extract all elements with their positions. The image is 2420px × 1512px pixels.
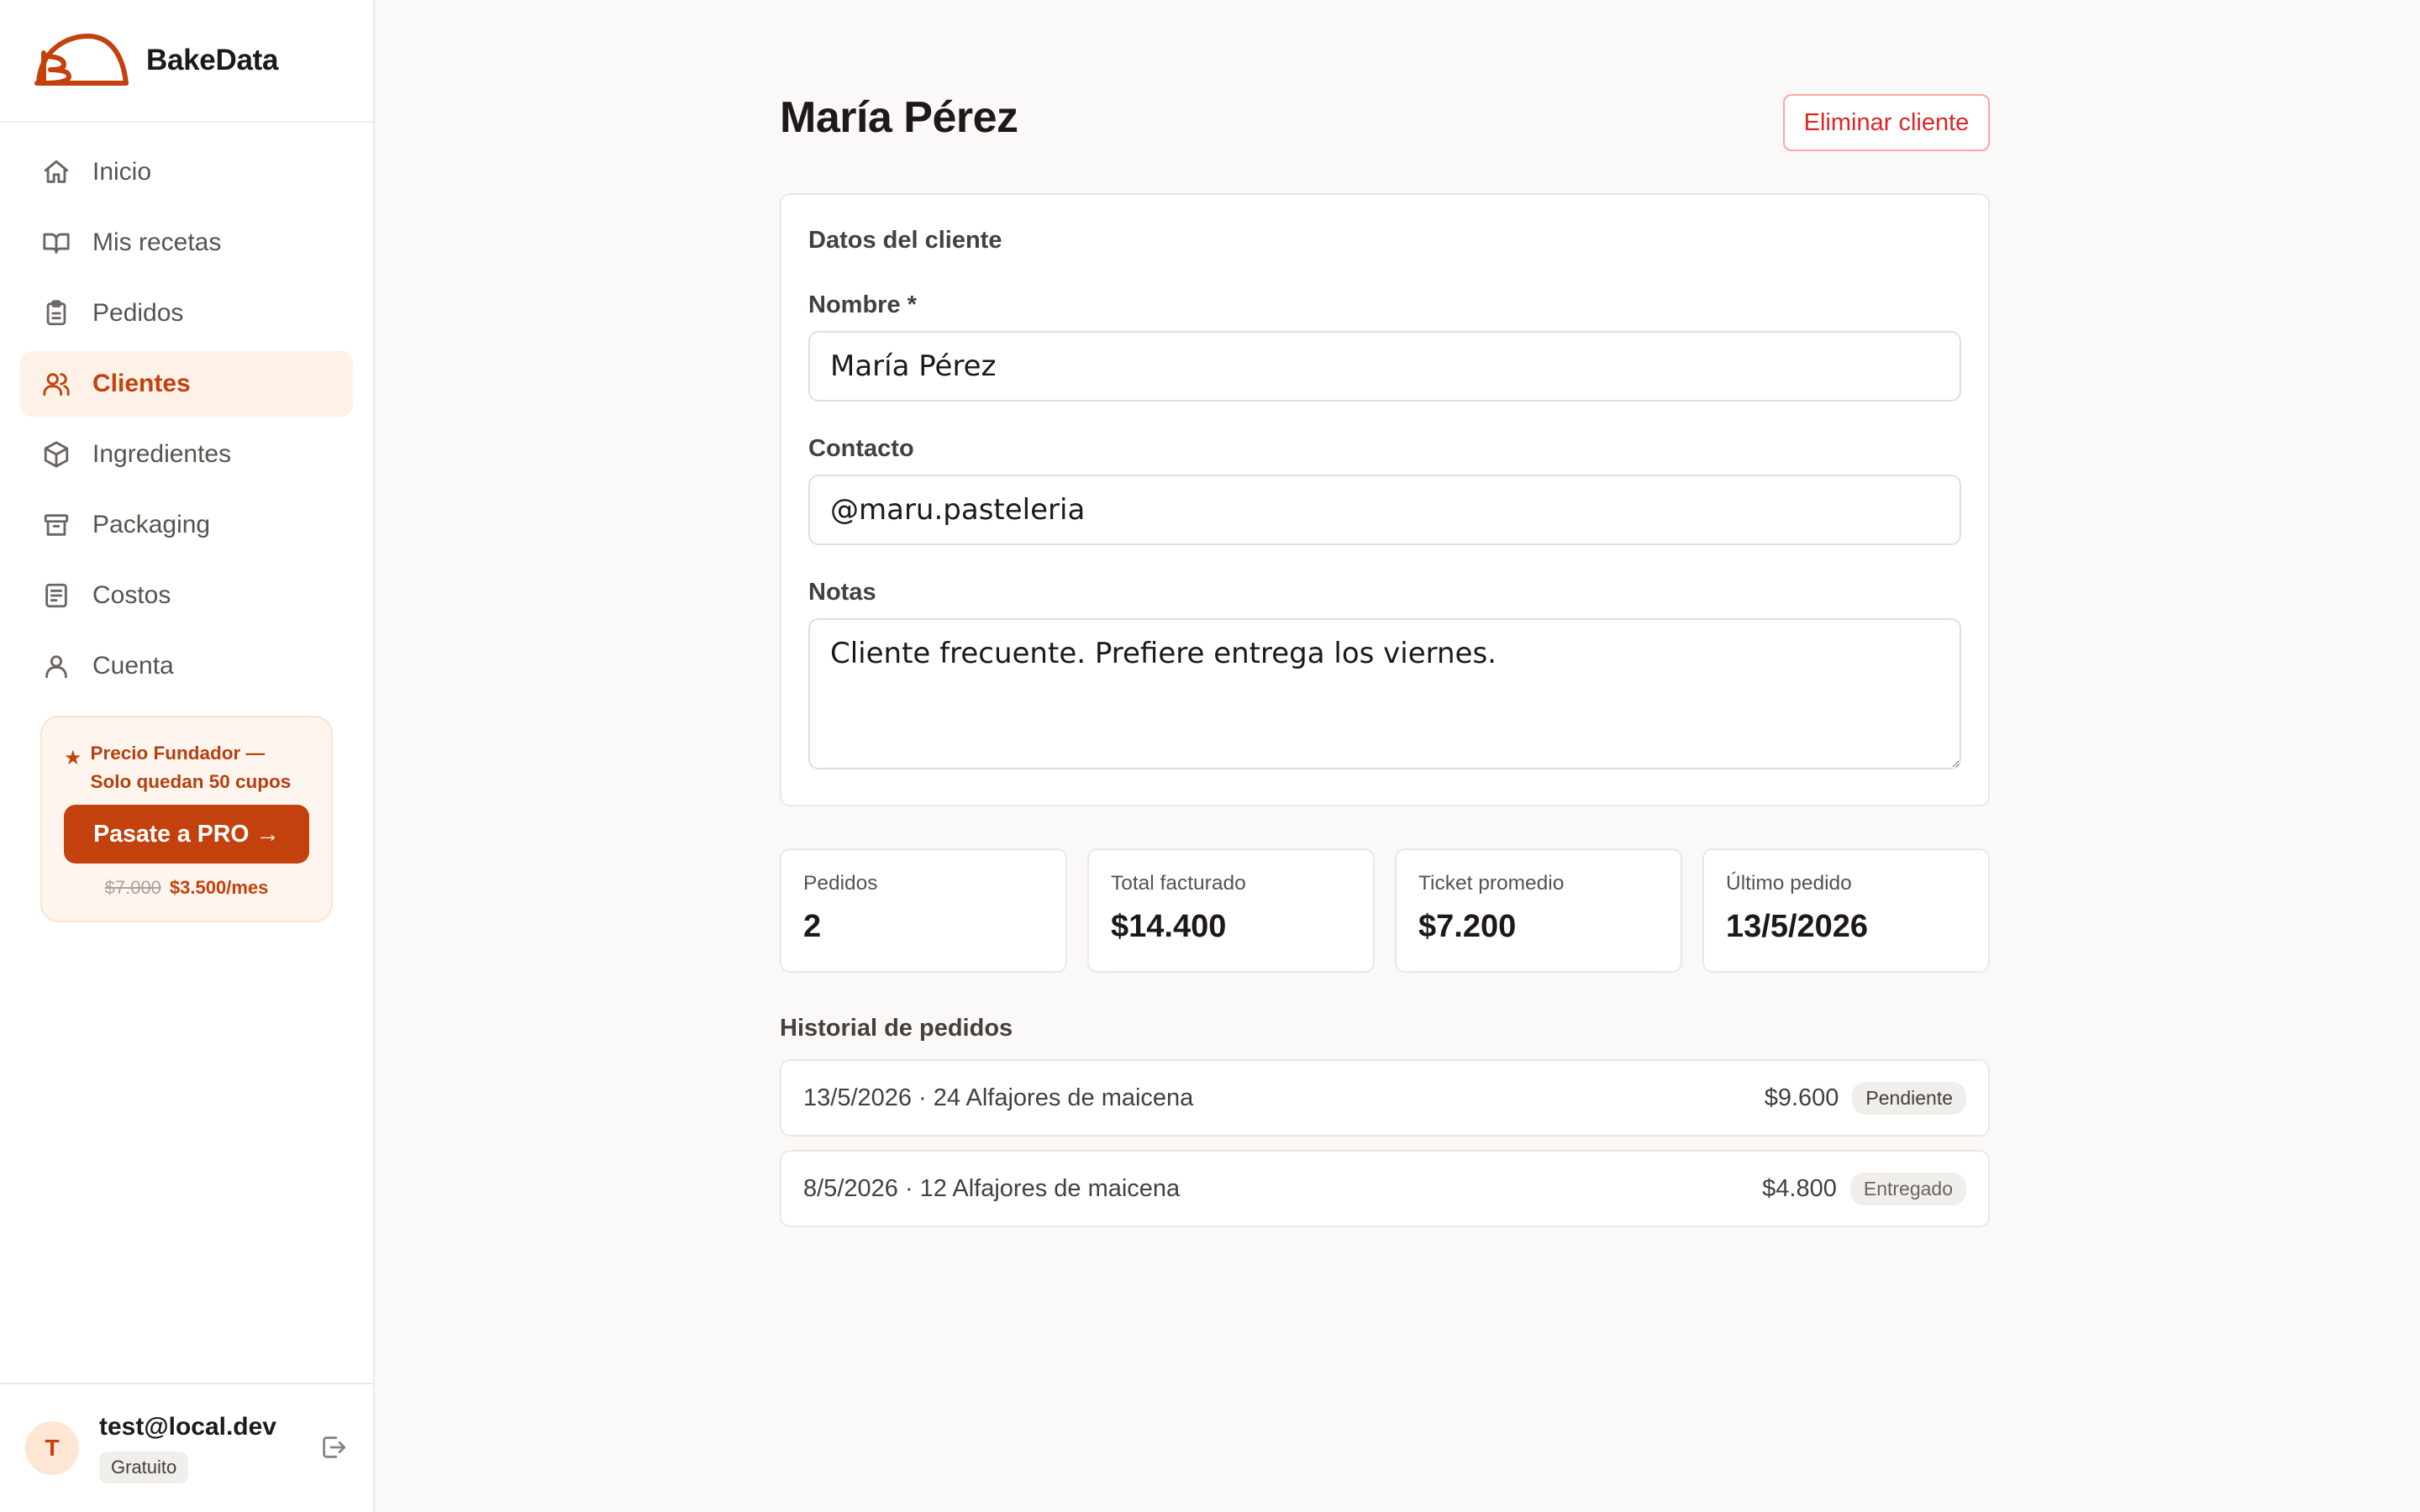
order-description: 8/5/2026 · 12 Alfajores de maicena: [803, 1174, 1181, 1202]
new-price: $3.500/mes: [169, 877, 269, 898]
sidebar-item-label: Inicio: [92, 158, 152, 186]
stat-label: Ticket promedio: [1418, 872, 1565, 895]
notes-label: Notas: [808, 579, 876, 606]
stat-card-ticket-promedio: Ticket promedio $7.200: [1395, 848, 1682, 973]
history-title: Historial de pedidos: [780, 1015, 1013, 1042]
book-icon: [40, 227, 72, 259]
sidebar-item-packaging[interactable]: Packaging: [20, 492, 353, 558]
name-label: Nombre *: [808, 291, 917, 318]
sidebar: BakeData Inicio Mis recetas Pedidos Clie…: [0, 0, 375, 1512]
old-price: $7.000: [104, 877, 161, 898]
box-icon: [40, 438, 72, 470]
page-title: María Pérez: [780, 93, 1018, 142]
bakedata-logo-icon: [34, 34, 129, 86]
order-amount: $4.800: [1762, 1174, 1837, 1202]
logout-icon[interactable]: [319, 1433, 348, 1462]
card-title: Datos del cliente: [808, 227, 1002, 254]
stat-value: 13/5/2026: [1726, 909, 1869, 944]
user-box: T test@local.dev Gratuito: [0, 1383, 373, 1512]
sidebar-item-pedidos[interactable]: Pedidos: [20, 281, 353, 346]
promo-text: Precio Fundador — Solo quedan 50 cupos: [90, 743, 292, 792]
sidebar-item-label: Pedidos: [92, 299, 184, 327]
delete-client-button[interactable]: Eliminar cliente: [1783, 94, 1990, 151]
sidebar-nav: Inicio Mis recetas Pedidos Clientes Ingr…: [0, 123, 373, 699]
contact-label: Contacto: [808, 435, 914, 462]
contact-field[interactable]: [808, 475, 1961, 545]
receipt-icon: [40, 580, 72, 612]
upgrade-pro-button[interactable]: Pasate a PRO →: [64, 805, 309, 864]
sidebar-item-label: Ingredientes: [92, 440, 232, 468]
sidebar-item-costos[interactable]: Costos: [20, 563, 353, 628]
order-description: 13/5/2026 · 24 Alfajores de maicena: [803, 1084, 1194, 1111]
stat-value: $7.200: [1418, 909, 1517, 944]
order-history: Historial de pedidos 13/5/2026 · 24 Alfa…: [780, 1015, 1990, 1227]
stat-label: Total facturado: [1111, 872, 1246, 895]
stat-label: Pedidos: [803, 872, 878, 895]
status-badge: Entregado: [1849, 1172, 1966, 1205]
client-data-card: Datos del cliente Nombre * Contacto Nota…: [780, 193, 1990, 806]
notes-field[interactable]: Cliente frecuente. Prefiere entrega los …: [808, 618, 1961, 769]
brand-name: BakeData: [146, 44, 279, 76]
stat-card-pedidos: Pedidos 2: [780, 848, 1067, 973]
stat-card-total-facturado: Total facturado $14.400: [1087, 848, 1375, 973]
sidebar-item-label: Clientes: [92, 370, 191, 397]
main-content: María Pérez Eliminar cliente Datos del c…: [780, 0, 1990, 1227]
archive-icon: [40, 509, 72, 541]
status-badge: Pendiente: [1852, 1081, 1966, 1115]
user-email: test@local.dev: [99, 1413, 276, 1441]
plan-badge: Gratuito: [99, 1452, 189, 1483]
order-amount: $9.600: [1764, 1084, 1839, 1111]
sidebar-item-label: Costos: [92, 581, 171, 609]
sidebar-item-cuenta[interactable]: Cuenta: [20, 633, 353, 699]
stat-label: Último pedido: [1726, 872, 1852, 895]
sidebar-item-clientes[interactable]: Clientes: [20, 351, 353, 417]
star-icon: ★: [64, 747, 82, 769]
stat-card-ultimo-pedido: Último pedido 13/5/2026: [1702, 848, 1990, 973]
users-icon: [40, 368, 72, 400]
stat-value: 2: [803, 909, 822, 944]
sidebar-item-label: Packaging: [92, 511, 211, 538]
user-icon: [40, 650, 72, 682]
sidebar-item-label: Cuenta: [92, 652, 174, 680]
order-row[interactable]: 13/5/2026 · 24 Alfajores de maicena $9.6…: [780, 1059, 1990, 1137]
sidebar-item-label: Mis recetas: [92, 228, 222, 256]
sidebar-item-mis-recetas[interactable]: Mis recetas: [20, 210, 353, 276]
stat-value: $14.400: [1111, 909, 1227, 944]
brand[interactable]: BakeData: [0, 0, 373, 123]
sidebar-item-inicio[interactable]: Inicio: [20, 139, 353, 205]
home-icon: [40, 156, 72, 188]
stats-row: Pedidos 2 Total facturado $14.400 Ticket…: [780, 848, 1990, 973]
sidebar-item-ingredientes[interactable]: Ingredientes: [20, 422, 353, 487]
clipboard-icon: [40, 297, 72, 329]
name-field[interactable]: [808, 331, 1961, 402]
order-row[interactable]: 8/5/2026 · 12 Alfajores de maicena $4.80…: [780, 1150, 1990, 1227]
avatar[interactable]: T: [25, 1421, 79, 1475]
pro-promo-card: ★ Precio Fundador — Solo quedan 50 cupos…: [40, 716, 333, 922]
promo-price: $7.000 $3.500/mes: [64, 877, 309, 899]
